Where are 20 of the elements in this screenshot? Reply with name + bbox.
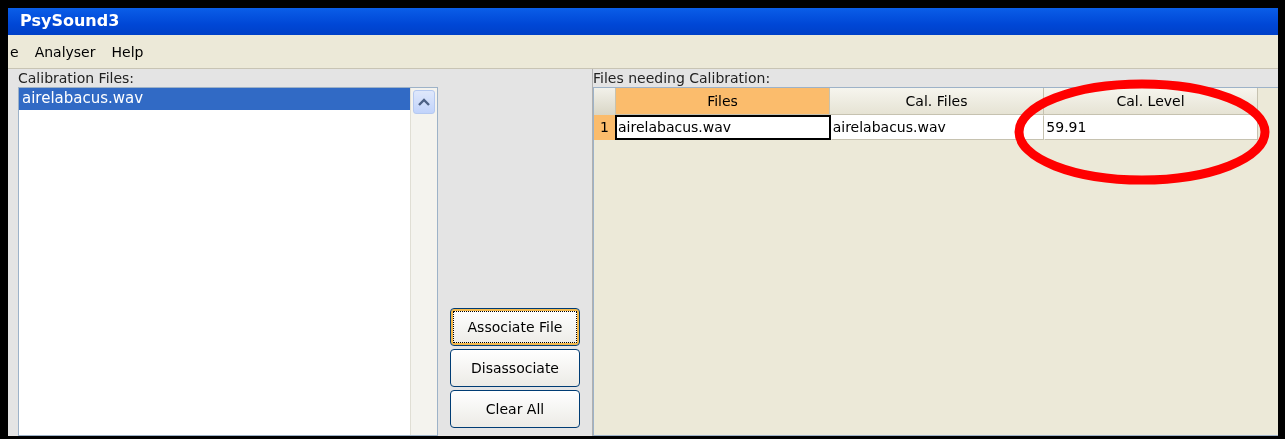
scroll-up-button[interactable] — [413, 90, 435, 114]
table-cell[interactable]: airelabacus.wav — [830, 115, 1045, 140]
table-cell[interactable]: airelabacus.wav — [615, 115, 831, 140]
scrollbar[interactable] — [410, 88, 437, 435]
panel-label: Files needing Calibration: — [593, 69, 772, 87]
window-title: PsySound3 — [20, 10, 120, 32]
table-cell[interactable]: 59.91 — [1044, 115, 1258, 140]
action-button[interactable]: Associate File — [450, 308, 580, 346]
panel-label: Calibration Files: — [18, 69, 136, 87]
menu-item[interactable]: e — [8, 43, 27, 60]
list-item[interactable]: airelabacus.wav — [19, 88, 410, 110]
corner-header — [594, 88, 616, 115]
menu-item[interactable]: Help — [103, 43, 152, 60]
column-header[interactable]: Files — [616, 88, 830, 115]
menu-item[interactable]: Analyser — [26, 43, 104, 60]
column-header[interactable]: Cal. Files — [830, 88, 1044, 115]
action-button[interactable]: Clear All — [450, 390, 580, 428]
row-header: 1 — [594, 115, 615, 140]
action-button[interactable]: Disassociate — [450, 349, 580, 387]
chevron-up-icon — [417, 97, 431, 107]
